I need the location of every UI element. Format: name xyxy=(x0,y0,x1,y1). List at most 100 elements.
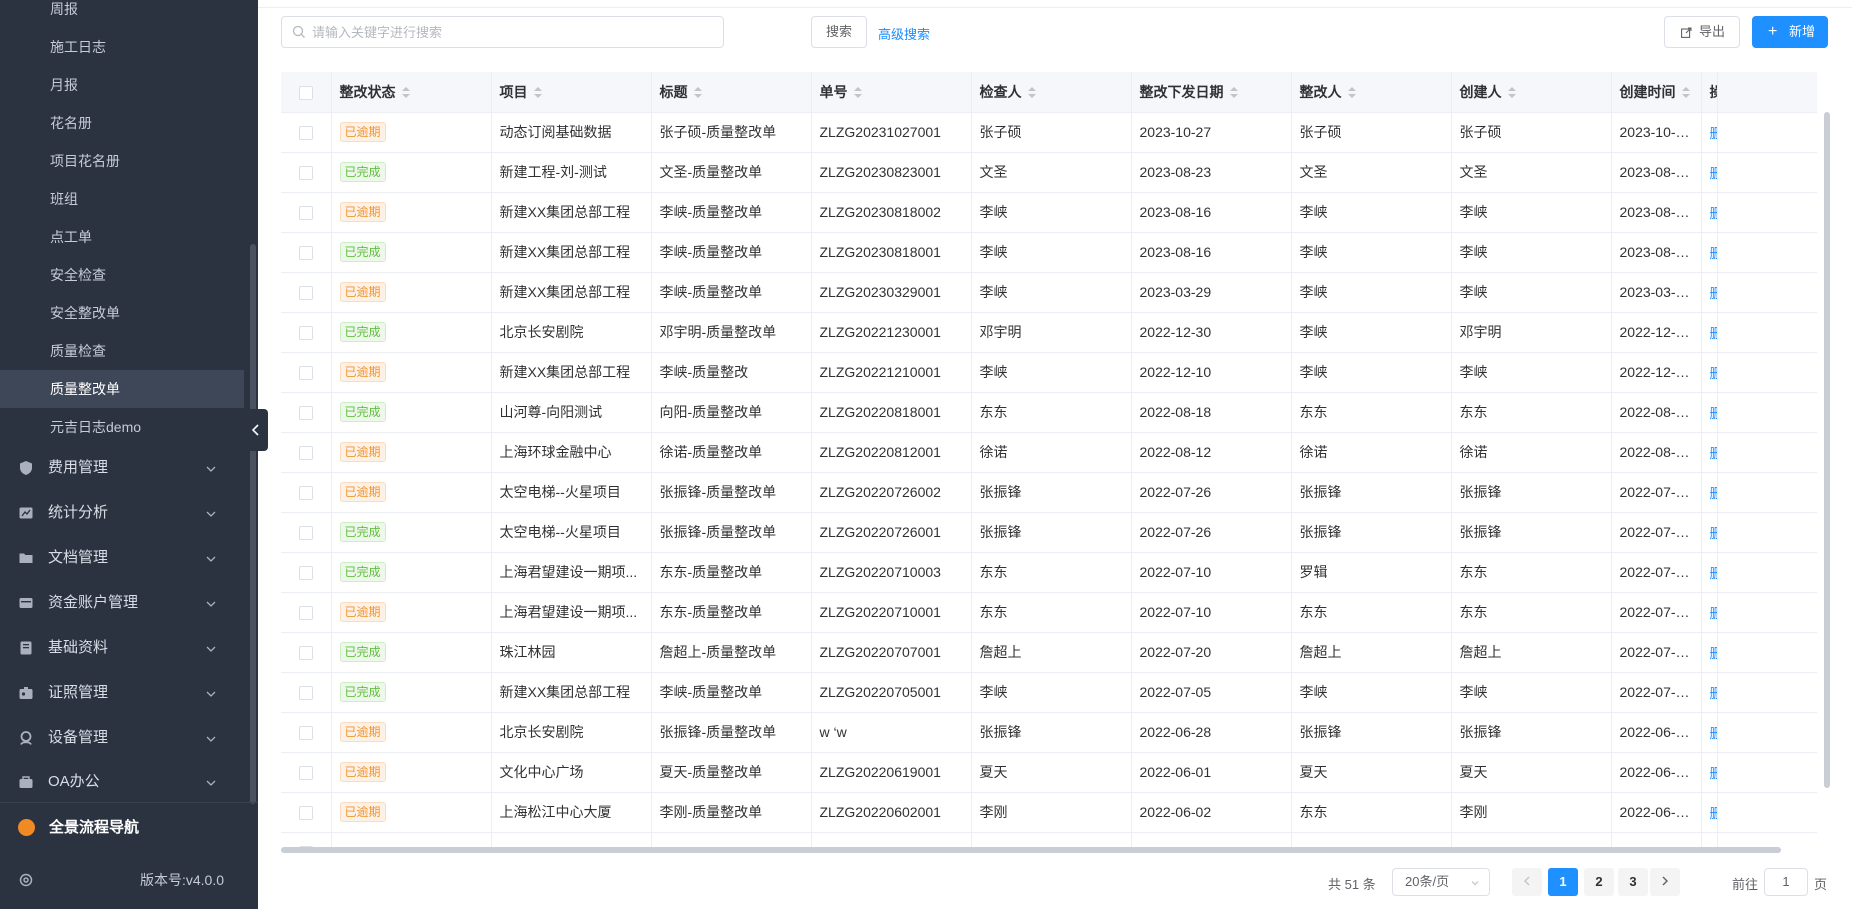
table-horizontal-scrollbar[interactable] xyxy=(281,846,1828,854)
table-vertical-scrollbar[interactable] xyxy=(1824,112,1830,788)
delete-link[interactable]: 删除 xyxy=(1710,766,1718,781)
search-button[interactable]: 搜索 xyxy=(811,16,867,48)
table-row[interactable]: 已完成珠江林园詹超上-质量整改单ZLZG20220707001詹超上2022-0… xyxy=(281,632,1817,672)
sidebar-group-7[interactable]: 设备管理 xyxy=(0,716,244,760)
table-row[interactable]: 已逾期太空电梯--火星项目张振锋-质量整改单ZLZG20220726002张振锋… xyxy=(281,472,1817,512)
sort-icon[interactable] xyxy=(694,87,702,99)
table-row[interactable]: 已逾期文化中心广场夏天-质量整改单ZLZG20220619001夏天2022-0… xyxy=(281,752,1817,792)
search-input-wrapper[interactable] xyxy=(281,16,724,48)
column-header[interactable]: 创建时间 xyxy=(1611,72,1701,112)
sidebar-group-2[interactable]: 统计分析 xyxy=(0,491,244,535)
sidebar-sub-item[interactable]: 月报 xyxy=(0,66,244,104)
sidebar-sub-item[interactable]: 安全整改单 xyxy=(0,294,244,332)
table-row[interactable]: 已逾期新建XX集团总部工程李峡-质量整改单ZLZG20230329001李峡20… xyxy=(281,272,1817,312)
table-row[interactable]: 已完成山河尊-向阳测试向阳-质量整改单ZLZG20220818001东东2022… xyxy=(281,392,1817,432)
page-button[interactable]: 3 xyxy=(1618,868,1648,896)
delete-link[interactable]: 删除 xyxy=(1710,126,1718,141)
column-header[interactable]: 检查人 xyxy=(971,72,1131,112)
sort-icon[interactable] xyxy=(1682,87,1690,99)
table-row[interactable]: 已逾期动态订阅基础数据张子硕-质量整改单ZLZG20231027001张子硕20… xyxy=(281,112,1817,152)
sidebar-group-1[interactable]: 费用管理 xyxy=(0,446,244,490)
sort-icon[interactable] xyxy=(1348,87,1356,99)
flow-navigation-item[interactable]: 全景流程导航 xyxy=(0,808,258,848)
delete-link[interactable]: 删除 xyxy=(1710,366,1718,381)
advanced-search-link[interactable]: 高级搜索 xyxy=(878,24,930,43)
sidebar-group-4[interactable]: 资金账户管理 xyxy=(0,581,244,625)
sidebar-group-6[interactable]: 证照管理 xyxy=(0,671,244,715)
sidebar-sub-item[interactable]: 周报 xyxy=(0,0,244,28)
prev-page-button[interactable] xyxy=(1512,868,1542,896)
table-row[interactable]: 已逾期上海君望建设一期项...东东-质量整改单ZLZG20220710001东东… xyxy=(281,592,1817,632)
sidebar-collapse-button[interactable] xyxy=(244,409,268,451)
sort-icon[interactable] xyxy=(1230,87,1238,99)
sidebar-scrollbar[interactable] xyxy=(250,244,256,804)
delete-link[interactable]: 删除 xyxy=(1710,686,1718,701)
page-size-select[interactable]: 20条/页 xyxy=(1392,868,1490,896)
goto-page-input[interactable]: 1 xyxy=(1764,868,1808,896)
column-header[interactable]: 标题 xyxy=(651,72,811,112)
table-row[interactable]: 已逾期上海环球金融中心徐诺-质量整改单ZLZG20220812001徐诺2022… xyxy=(281,432,1817,472)
row-checkbox[interactable] xyxy=(299,286,313,300)
search-input[interactable] xyxy=(312,21,712,43)
delete-link[interactable]: 删除 xyxy=(1710,446,1718,461)
sort-icon[interactable] xyxy=(402,87,410,99)
row-checkbox[interactable] xyxy=(299,126,313,140)
sidebar-sub-item[interactable]: 元吉日志demo xyxy=(0,408,244,446)
sidebar-group-5[interactable]: 基础资料 xyxy=(0,626,244,670)
table-row[interactable]: 已完成太空电梯--火星项目张振锋-质量整改单ZLZG20220726001张振锋… xyxy=(281,512,1817,552)
next-page-button[interactable] xyxy=(1650,868,1680,896)
sidebar-sub-item[interactable]: 质量整改单 xyxy=(0,370,244,408)
table-row[interactable]: 已逾期上海松江中心大厦李刚-质量整改单ZLZG20220602001李刚2022… xyxy=(281,792,1817,832)
delete-link[interactable]: 删除 xyxy=(1710,606,1718,621)
sidebar-sub-item[interactable]: 班组 xyxy=(0,180,244,218)
delete-link[interactable]: 删除 xyxy=(1710,286,1718,301)
table-row[interactable]: 已完成新建工程-刘-测试文圣-质量整改单ZLZG20230823001文圣202… xyxy=(281,152,1817,192)
row-checkbox[interactable] xyxy=(299,766,313,780)
row-checkbox[interactable] xyxy=(299,486,313,500)
row-checkbox[interactable] xyxy=(299,166,313,180)
select-all-checkbox[interactable] xyxy=(299,86,313,100)
column-header[interactable]: 项目 xyxy=(491,72,651,112)
delete-link[interactable]: 删除 xyxy=(1710,166,1718,181)
sort-icon[interactable] xyxy=(1508,87,1516,99)
table-row[interactable]: 已逾期北京长安剧院张振锋-质量整改单w ‘w张振锋2022-06-28张振锋张振… xyxy=(281,712,1817,752)
table-row[interactable]: 已完成上海君望建设一期项...东东-质量整改单ZLZG20220710003东东… xyxy=(281,552,1817,592)
delete-link[interactable]: 删除 xyxy=(1710,566,1718,581)
row-checkbox[interactable] xyxy=(299,446,313,460)
row-checkbox[interactable] xyxy=(299,806,313,820)
page-button[interactable]: 2 xyxy=(1584,868,1614,896)
sidebar-sub-item[interactable]: 质量检查 xyxy=(0,332,244,370)
delete-link[interactable]: 删除 xyxy=(1710,246,1718,261)
sort-icon[interactable] xyxy=(534,87,542,99)
gear-icon[interactable] xyxy=(18,872,34,888)
column-header[interactable]: 单号 xyxy=(811,72,971,112)
sidebar-sub-item[interactable]: 点工单 xyxy=(0,218,244,256)
column-header[interactable]: 整改人 xyxy=(1291,72,1451,112)
column-header[interactable]: 整改状态 xyxy=(331,72,491,112)
sort-icon[interactable] xyxy=(1028,87,1036,99)
delete-link[interactable]: 删除 xyxy=(1710,206,1718,221)
delete-link[interactable]: 删除 xyxy=(1710,806,1718,821)
row-checkbox[interactable] xyxy=(299,566,313,580)
add-button[interactable]: + 新增 xyxy=(1752,16,1828,48)
sidebar-sub-item[interactable]: 花名册 xyxy=(0,104,244,142)
delete-link[interactable]: 删除 xyxy=(1710,406,1718,421)
table-row[interactable]: 已完成新建XX集团总部工程李峡-质量整改单ZLZG20220705001李峡20… xyxy=(281,672,1817,712)
row-checkbox[interactable] xyxy=(299,726,313,740)
sidebar-sub-item[interactable]: 施工日志 xyxy=(0,28,244,66)
table-row[interactable]: 已完成北京长安剧院邓宇明-质量整改单ZLZG20221230001邓宇明2022… xyxy=(281,312,1817,352)
delete-link[interactable]: 删除 xyxy=(1710,326,1718,341)
column-header[interactable]: 整改下发日期 xyxy=(1131,72,1291,112)
sidebar-sub-item[interactable]: 项目花名册 xyxy=(0,142,244,180)
sidebar-group-8[interactable]: OA办公 xyxy=(0,760,244,804)
table-row[interactable]: 已逾期新建XX集团总部工程李峡-质量整改ZLZG20221210001李峡202… xyxy=(281,352,1817,392)
delete-link[interactable]: 删除 xyxy=(1710,526,1718,541)
row-checkbox[interactable] xyxy=(299,366,313,380)
row-checkbox[interactable] xyxy=(299,406,313,420)
row-checkbox[interactable] xyxy=(299,326,313,340)
row-checkbox[interactable] xyxy=(299,206,313,220)
row-checkbox[interactable] xyxy=(299,526,313,540)
row-checkbox[interactable] xyxy=(299,646,313,660)
page-button[interactable]: 1 xyxy=(1548,868,1578,896)
table-horizontal-scroll-thumb[interactable] xyxy=(281,847,1781,853)
